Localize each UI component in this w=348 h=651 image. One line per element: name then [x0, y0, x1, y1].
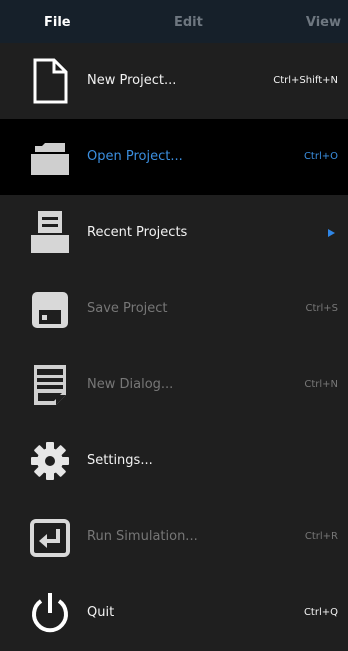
menu-item-shortcut: Ctrl+S: [305, 303, 338, 314]
menu-edit[interactable]: Edit: [174, 0, 203, 43]
menu-item-shortcut: Ctrl+O: [303, 151, 338, 162]
menu-item-run-simulation[interactable]: Run Simulation... Ctrl+R: [0, 499, 348, 575]
gear-icon: [26, 437, 74, 485]
menu-view[interactable]: View: [306, 0, 341, 43]
menu-item-new-project[interactable]: New Project... Ctrl+Shift+N: [0, 43, 348, 119]
menu-item-label: Run Simulation...: [87, 529, 198, 544]
menu-item-shortcut: Ctrl+R: [304, 531, 338, 542]
menu-item-label: Open Project...: [87, 149, 183, 164]
menu-item-shortcut: Ctrl+Q: [303, 607, 338, 618]
submenu-arrow-icon: [328, 229, 335, 237]
menu-item-recent-projects[interactable]: Recent Projects: [0, 195, 348, 271]
power-icon: [26, 589, 74, 637]
menu-item-label: Recent Projects: [87, 225, 188, 240]
menu-item-settings[interactable]: Settings...: [0, 423, 348, 499]
menu-item-label: Settings...: [87, 453, 153, 468]
recent-projects-icon: [26, 209, 74, 257]
menu-item-new-dialog[interactable]: New Dialog... Ctrl+N: [0, 347, 348, 423]
menu-item-label: Save Project: [87, 301, 168, 316]
menu-bar: File Edit View: [0, 0, 348, 43]
run-simulation-icon: [26, 513, 74, 561]
menu-item-quit[interactable]: Quit Ctrl+Q: [0, 575, 348, 651]
menu-item-label: New Project...: [87, 73, 177, 88]
menu-item-save-project[interactable]: Save Project Ctrl+S: [0, 271, 348, 347]
file-dropdown-menu: New Project... Ctrl+Shift+N Open Project…: [0, 43, 348, 651]
menu-item-label: Quit: [87, 605, 115, 620]
save-icon: [26, 285, 74, 333]
menu-item-shortcut: Ctrl+Shift+N: [273, 75, 338, 86]
menu-item-shortcut: Ctrl+N: [304, 379, 338, 390]
menu-file[interactable]: File: [44, 0, 71, 43]
menu-item-label: New Dialog...: [87, 377, 174, 392]
new-document-icon: [26, 57, 74, 105]
open-folder-icon: [26, 133, 74, 181]
new-dialog-icon: [26, 361, 74, 409]
menu-item-open-project[interactable]: Open Project... Ctrl+O: [0, 119, 348, 195]
